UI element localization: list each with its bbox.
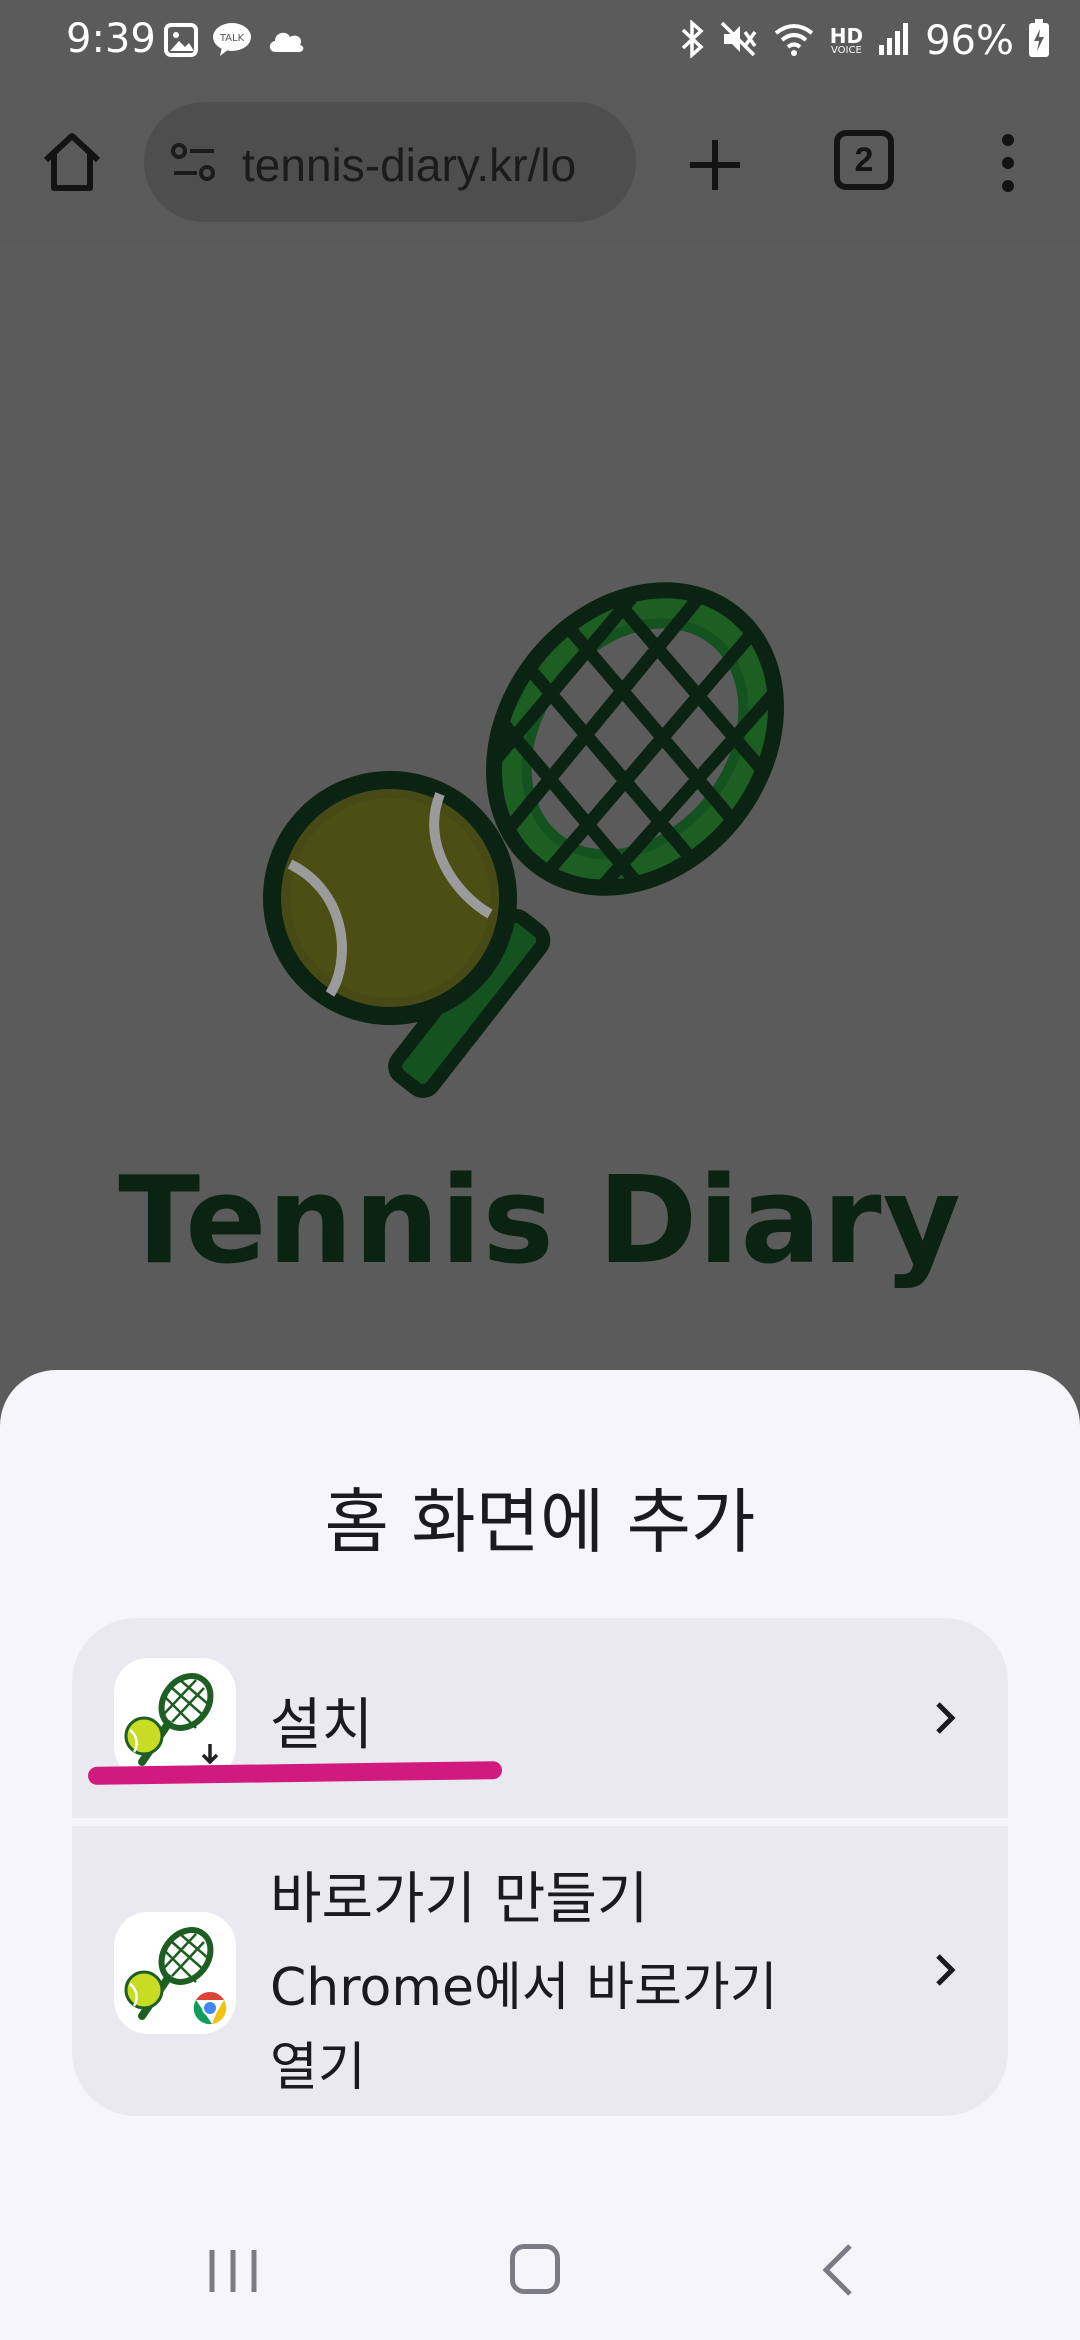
address-bar[interactable]: tennis-diary.kr/lo — [144, 102, 636, 222]
status-time: 9:39 — [66, 16, 156, 62]
gallery-icon — [164, 23, 198, 61]
install-option[interactable]: 설치 — [72, 1618, 1008, 1818]
plus-icon — [690, 140, 740, 190]
battery-icon — [1028, 19, 1050, 63]
wifi-icon — [772, 21, 816, 61]
system-nav-bar — [0, 2180, 1080, 2340]
site-settings-icon[interactable] — [170, 142, 218, 182]
shortcut-description: Chrome에서 바로가기 열기 — [270, 1958, 778, 2098]
recent-apps-button[interactable] — [206, 2248, 260, 2294]
new-tab-button[interactable] — [680, 130, 750, 200]
bluetooth-icon — [680, 19, 706, 62]
sheet-title: 홈 화면에 추가 — [324, 1481, 756, 1563]
chevron-right-icon — [930, 1950, 960, 1990]
app-install-icon — [114, 1658, 236, 1780]
app-shortcut-icon — [114, 1912, 236, 2034]
home-icon — [43, 133, 101, 191]
back-button[interactable] — [818, 2242, 858, 2298]
more-menu-button[interactable] — [996, 128, 1020, 198]
hd-voice-bottom: VOICE — [831, 45, 862, 56]
chevron-right-icon — [930, 1698, 960, 1738]
chrome-icon — [190, 1988, 230, 2028]
home-button[interactable] — [36, 126, 108, 198]
kakao-badge-text: TALK — [219, 33, 245, 44]
mute-icon — [720, 21, 758, 61]
cloud-icon — [266, 26, 306, 58]
browser-toolbar: tennis-diary.kr/lo 2 — [0, 86, 1080, 246]
hd-voice-top: HD — [829, 24, 864, 48]
kakaotalk-icon: TALK — [212, 22, 252, 62]
nav-home-button[interactable] — [510, 2244, 560, 2294]
system-icons: HD VOICE 96% — [680, 18, 1050, 64]
create-shortcut-option[interactable]: 바로가기 만들기 Chrome에서 바로가기 열기 — [72, 1826, 1008, 2116]
url-text: tennis-diary.kr/lo — [242, 139, 577, 191]
web-content: Tennis Diary — [0, 244, 1080, 1370]
tab-switcher-button[interactable]: 2 — [834, 130, 894, 190]
back-icon — [822, 2244, 852, 2296]
more-vert-icon — [1002, 134, 1014, 192]
recents-icon — [209, 2250, 257, 2292]
status-bar: 9:39 TALK HD VOICE 96% — [0, 0, 1080, 86]
battery-percent: 96% — [925, 18, 1014, 64]
logo-wordmark: Tennis Diary — [118, 1152, 962, 1291]
shortcut-label: 바로가기 만들기 — [270, 1867, 649, 1932]
install-label: 설치 — [270, 1693, 374, 1758]
hd-voice-icon: HD VOICE — [830, 26, 863, 56]
tennis-logo-icon — [240, 559, 820, 1144]
signal-icon — [877, 21, 911, 61]
notification-icons: TALK — [164, 22, 306, 62]
